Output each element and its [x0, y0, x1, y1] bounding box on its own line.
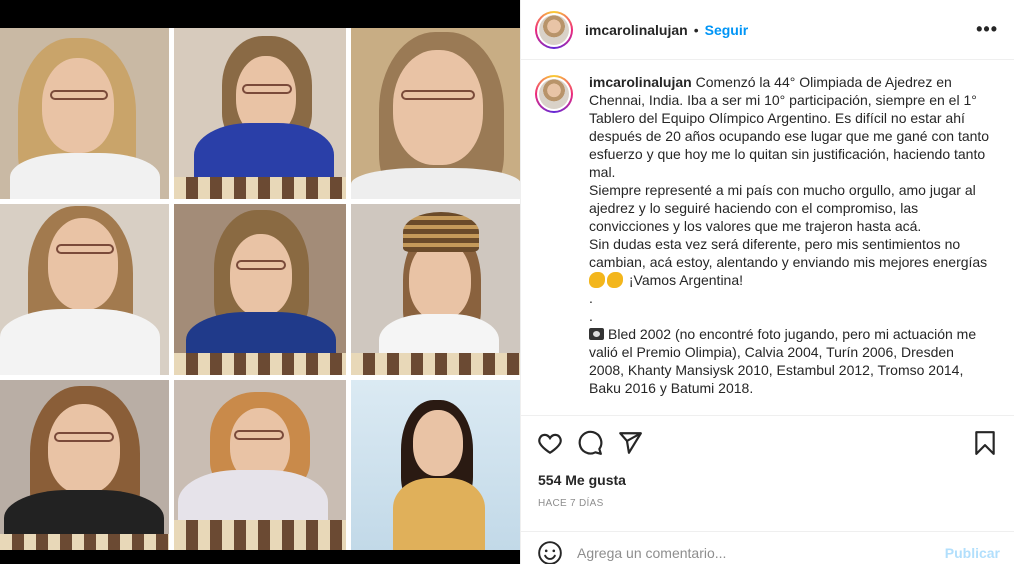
- caption-username[interactable]: imcarolinalujan: [589, 74, 692, 90]
- post-actions: [537, 425, 998, 461]
- avatar[interactable]: [535, 10, 573, 49]
- post-media[interactable]: [0, 0, 520, 564]
- caption-avatar[interactable]: [535, 75, 573, 113]
- smiley-icon[interactable]: [537, 540, 563, 564]
- caption-dot: .: [589, 308, 593, 324]
- flexed-biceps-icon: [589, 272, 605, 288]
- collage-photo-1: [0, 28, 169, 199]
- collage-photo-6: [351, 204, 520, 375]
- post-sidebar: imcarolinalujan • Seguir ••• imcarolinal…: [520, 0, 1014, 564]
- photo-collage: [0, 28, 520, 550]
- flexed-biceps-icon: [607, 272, 623, 288]
- caption-cheer: ¡Vamos Argentina!: [628, 272, 744, 288]
- post-timestamp[interactable]: HACE 7 DÍAS: [538, 498, 604, 509]
- collage-photo-9: [351, 380, 520, 550]
- publish-button[interactable]: Publicar: [945, 545, 1000, 561]
- likes-count[interactable]: 554 Me gusta: [538, 472, 626, 488]
- post-caption: imcarolinalujan Comenzó la 44° Olimpiada…: [589, 73, 991, 415]
- collage-photo-7: [0, 380, 169, 550]
- caption-footer: Bled 2002 (no encontré foto jugando, per…: [589, 326, 981, 396]
- follow-button[interactable]: Seguir: [705, 22, 749, 38]
- collage-photo-4: [0, 204, 169, 375]
- comment-icon[interactable]: [577, 430, 603, 456]
- caption-dot: .: [589, 290, 593, 306]
- comment-bar: Publicar: [521, 531, 1014, 564]
- collage-photo-2: [174, 28, 346, 199]
- bookmark-icon[interactable]: [972, 430, 998, 456]
- username-link[interactable]: imcarolinalujan: [585, 22, 688, 38]
- share-icon[interactable]: [617, 430, 643, 456]
- collage-photo-3: [351, 28, 520, 199]
- caption-text: Comenzó la 44° Olimpiada de Ajedrez en C…: [589, 74, 990, 270]
- caption-section: imcarolinalujan Comenzó la 44° Olimpiada…: [521, 61, 1014, 416]
- separator-dot: •: [693, 21, 699, 38]
- camera-icon: [589, 328, 604, 340]
- collage-photo-5: [174, 204, 346, 375]
- more-options-icon[interactable]: •••: [976, 19, 998, 40]
- collage-photo-8: [174, 380, 346, 550]
- comment-input[interactable]: [577, 544, 945, 561]
- heart-icon[interactable]: [537, 430, 563, 456]
- post-header: imcarolinalujan • Seguir •••: [521, 0, 1014, 60]
